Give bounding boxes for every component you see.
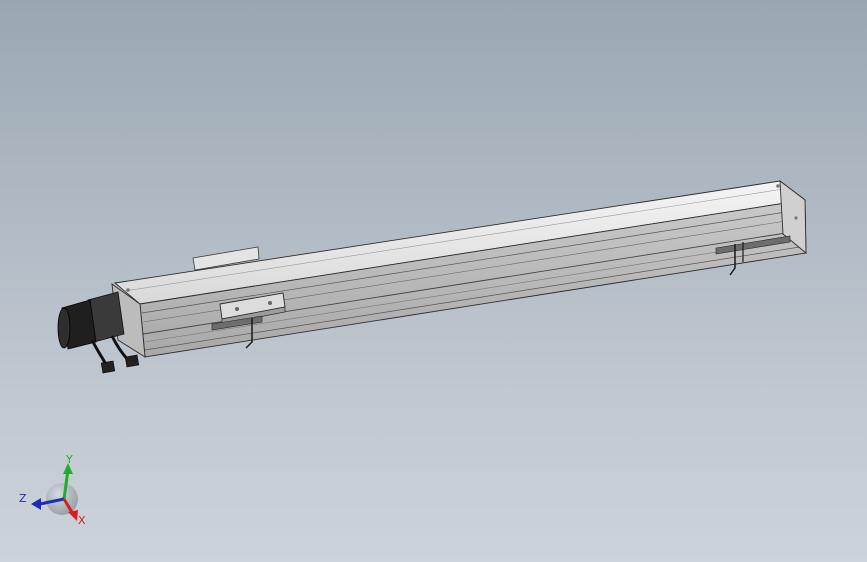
z-axis-arrow xyxy=(31,498,41,510)
model-canvas[interactable]: Y Z X xyxy=(0,0,867,562)
carriage-bolt xyxy=(235,307,239,311)
end-cap-screw xyxy=(126,288,130,292)
y-axis-label: Y xyxy=(65,453,73,466)
x-axis-label: X xyxy=(78,514,86,527)
motor-connector xyxy=(100,360,116,374)
end-cap-screw xyxy=(794,216,798,220)
encoder-connector xyxy=(124,354,140,368)
end-cap-screw xyxy=(776,184,780,188)
graphics-viewport[interactable]: Y Z X xyxy=(0,0,867,562)
carriage-bolt xyxy=(268,301,272,305)
coordinate-triad: Y Z X xyxy=(19,453,86,527)
z-axis-label: Z xyxy=(19,492,27,505)
actuator-assembly[interactable] xyxy=(57,180,807,374)
motor-end-face xyxy=(57,307,71,349)
